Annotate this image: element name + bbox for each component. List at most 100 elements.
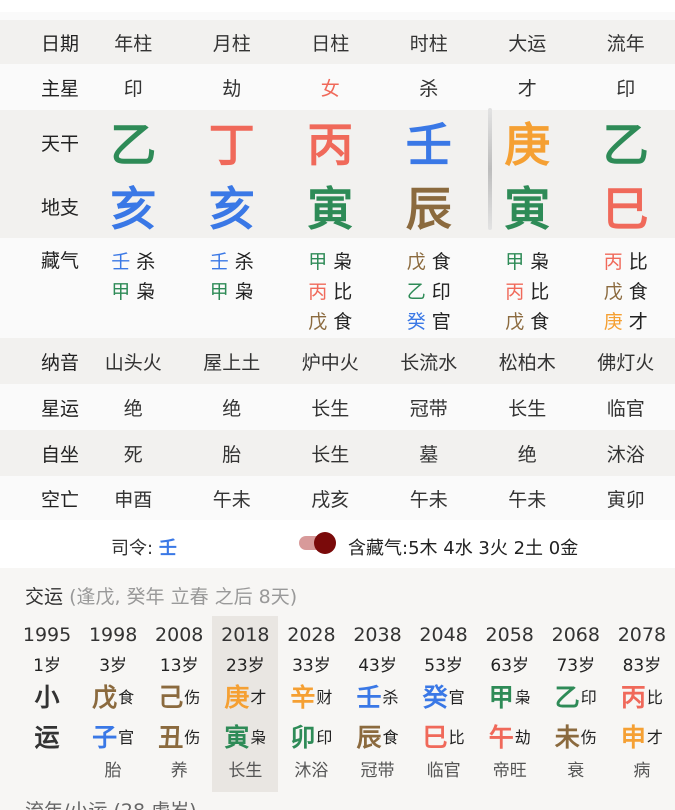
nayin-cell: 长流水	[380, 338, 479, 384]
heavenly-stem-cell: 乙	[84, 110, 183, 174]
self-seat-cell: 沐浴	[577, 430, 675, 476]
luck-branch: 午劫	[489, 716, 531, 756]
luck-column[interactable]: 1998 3岁戊食子官胎	[80, 616, 146, 792]
luck-branch: 运	[35, 716, 60, 756]
hidden-god: 官	[431, 310, 451, 333]
hidden-stem: 甲	[308, 250, 328, 273]
luck-branch-god: 官	[118, 728, 135, 747]
luck-column[interactable]: 2058 63岁甲枭午劫帝旺	[477, 616, 543, 792]
luck-stem-god: 印	[580, 688, 597, 707]
luck-column[interactable]: 2038 43岁壬杀辰食冠带	[344, 616, 410, 792]
hidden-qi-item: 戊食	[308, 305, 352, 335]
luck-column[interactable]: 2078 83岁丙比申才病	[609, 616, 675, 792]
luck-age: 13岁	[159, 655, 199, 676]
luck-stem: 己伤	[158, 676, 200, 716]
luck-column[interactable]: 2018 23岁庚才寅枭长生	[212, 616, 279, 792]
luck-branch-char: 运	[34, 723, 60, 752]
hidden-qi-item: 乙印	[407, 275, 451, 305]
heavenly-stem-cell: 庚	[478, 110, 577, 174]
nayin-cell: 炉中火	[281, 338, 380, 384]
luck-branch: 子官	[92, 716, 134, 756]
luck-column[interactable]: 2028 33岁辛财卯印沐浴	[278, 616, 344, 792]
hidden-qi-toggle[interactable]	[299, 532, 339, 554]
heavenly-stem-cell: 壬	[380, 110, 479, 174]
luck-branch-char: 未	[554, 723, 580, 752]
luck-year: 2078	[617, 624, 667, 646]
hidden-stem: 戊	[308, 310, 328, 333]
luck-branch-char: 辰	[356, 723, 382, 752]
self-seat-cell: 死	[84, 430, 183, 476]
luck-stem-god: 杀	[382, 688, 399, 707]
main-star-text: 杀	[419, 77, 439, 100]
luck-year: 2068	[551, 624, 600, 646]
header-cell: 流年	[577, 20, 675, 64]
hidden-qi-item: 甲枭	[210, 275, 254, 305]
header-text: 年柱	[114, 32, 153, 55]
self-seat-row: 自坐 死 胎 长生 墓 绝 沐浴	[0, 430, 675, 476]
luck-column[interactable]: 1995 1岁小运	[14, 616, 80, 792]
row-label-void: 空亡	[40, 488, 79, 511]
void-cell: 寅卯	[577, 476, 675, 520]
row-label-branch: 地支	[40, 196, 79, 219]
luck-column[interactable]: 2048 53岁癸官巳比临官	[411, 616, 477, 792]
heavenly-stem-cell: 丙	[281, 110, 380, 174]
luck-stem-char: 小	[34, 683, 60, 712]
luck-stage: 衰	[567, 760, 585, 781]
luck-stage: 临官	[426, 760, 461, 781]
star-luck-text: 绝	[222, 397, 242, 420]
star-luck-text: 临官	[606, 397, 645, 420]
luck-stem-char: 甲	[488, 683, 514, 712]
header-text: 流年	[606, 32, 645, 55]
luck-year: 2028	[287, 624, 336, 646]
earthly-branch-cells: 亥亥寅辰寅巳	[84, 174, 675, 238]
luck-stage: 沐浴	[294, 760, 329, 781]
luck-columns: 1995 1岁小运 1998 3岁戊食子官胎 2008 13岁己伤丑伤养 2018 23岁庚才…	[14, 616, 675, 792]
luck-title: 交运 (逢戊, 癸年 立春 之后 8天)	[25, 582, 297, 609]
luck-age: 1岁	[33, 655, 61, 676]
nayin-text: 松柏木	[498, 351, 556, 374]
heavenly-stem-text: 庚	[504, 118, 551, 172]
heavenly-stem-text: 丁	[208, 118, 255, 172]
void-row: 空亡 申酉 午未 戌亥 午未 午未 寅卯	[0, 476, 675, 520]
luck-stem-char: 辛	[290, 683, 316, 712]
luck-age: 43岁	[358, 655, 397, 676]
hidden-qi-cell: 戊食乙印癸官	[380, 238, 479, 338]
luck-column[interactable]: 2008 13岁己伤丑伤养	[146, 616, 212, 792]
hidden-god: 食	[333, 310, 353, 333]
luck-branch-god: 印	[316, 728, 333, 747]
hidden-stem: 丙	[603, 250, 623, 273]
hidden-stem: 甲	[209, 280, 229, 303]
luck-branch-char: 子	[92, 723, 118, 752]
header-cells: 年柱 月柱 日柱 时柱 大运 流年	[84, 20, 675, 64]
self-seat-cells: 死 胎 长生 墓 绝 沐浴	[84, 430, 675, 476]
earthly-branch-text: 辰	[405, 182, 452, 236]
pillar-table: 日期 年柱 月柱 日柱 时柱 大运 流年 主星 印劫女杀才印 天干 乙丁丙壬庚乙 地支 亥…	[0, 12, 675, 520]
self-seat-cell: 墓	[380, 430, 479, 476]
hidden-god: 印	[431, 280, 451, 303]
luck-subtitle: (逢戊, 癸年 立春 之后 8天)	[69, 586, 298, 608]
earthly-branch-cell: 寅	[478, 174, 577, 238]
header-text: 日柱	[311, 32, 350, 55]
luck-year: 2048	[419, 624, 468, 646]
luck-branch-char: 午	[488, 723, 514, 752]
luck-branch: 巳比	[423, 716, 465, 756]
column-divider	[488, 108, 492, 230]
hidden-qi-cells: 壬杀甲枭壬杀甲枭甲枭丙比戊食戊食乙印癸官甲枭丙比戊食丙比戊食庚才	[84, 238, 675, 338]
nayin-cell: 山头火	[84, 338, 183, 384]
void-text: 午未	[212, 488, 251, 511]
luck-stem-char: 己	[158, 683, 184, 712]
row-label-self-seat: 自坐	[40, 443, 79, 466]
hidden-stem: 癸	[406, 310, 426, 333]
header-cell: 日柱	[281, 20, 380, 64]
heavenly-stem-text: 丙	[307, 118, 354, 172]
heavenly-stem-cell: 乙	[577, 110, 675, 174]
row-label-main-star: 主星	[40, 77, 79, 100]
luck-year: 2008	[155, 624, 204, 646]
void-text: 寅卯	[606, 488, 645, 511]
luck-age: 73岁	[556, 655, 596, 676]
earthly-branch-row: 地支 亥亥寅辰寅巳	[0, 174, 675, 238]
earthly-branch-cell: 亥	[183, 174, 282, 238]
luck-column[interactable]: 2068 73岁乙印未伤衰	[543, 616, 609, 792]
row-label-date: 日期	[40, 32, 79, 55]
header-text: 大运	[508, 32, 547, 55]
